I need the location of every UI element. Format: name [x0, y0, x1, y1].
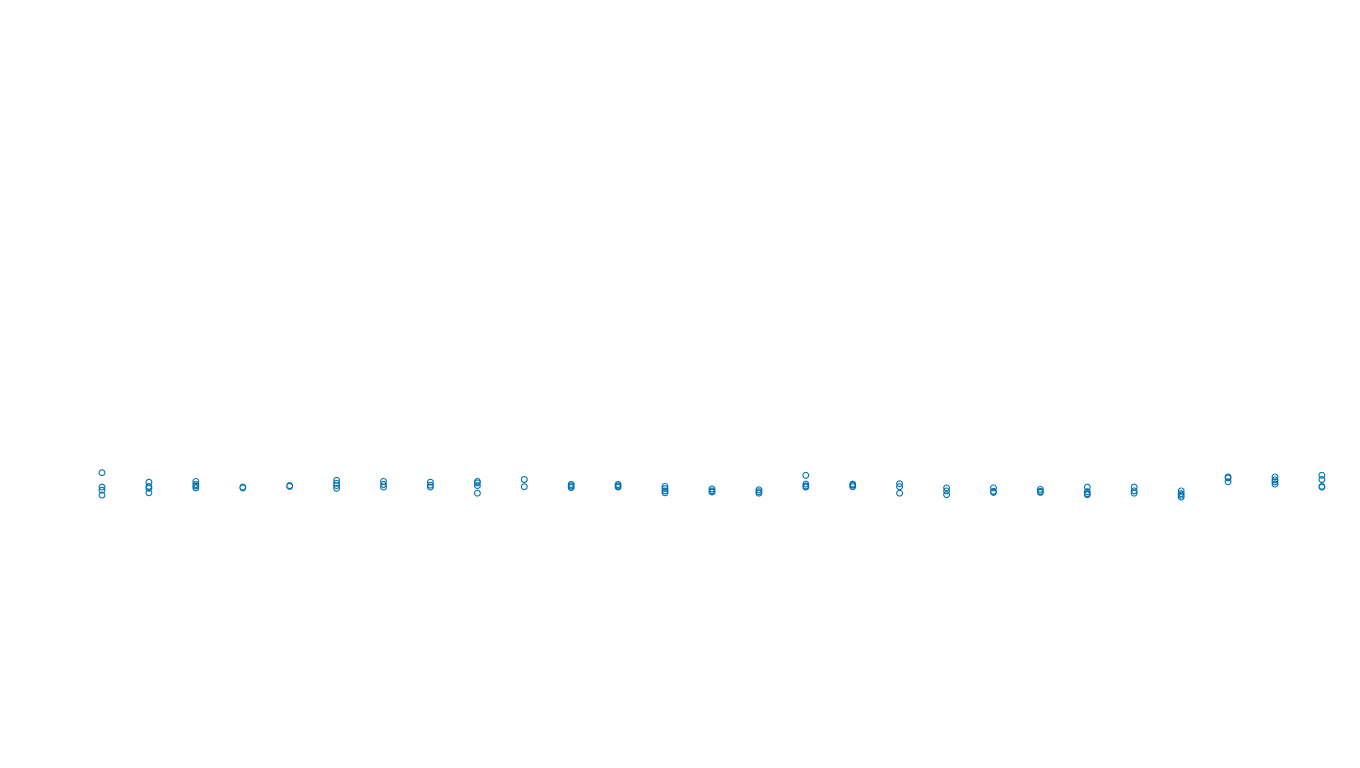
- data-point: [98, 469, 106, 477]
- data-point: [520, 483, 528, 491]
- data-point: [943, 491, 951, 499]
- data-point: [1318, 476, 1326, 483]
- data-point: [473, 489, 481, 497]
- scatter-chart: [98, 469, 1326, 501]
- data-point: [896, 489, 904, 497]
- points-layer: [98, 469, 1326, 501]
- data-point: [520, 476, 528, 483]
- data-point: [802, 471, 810, 479]
